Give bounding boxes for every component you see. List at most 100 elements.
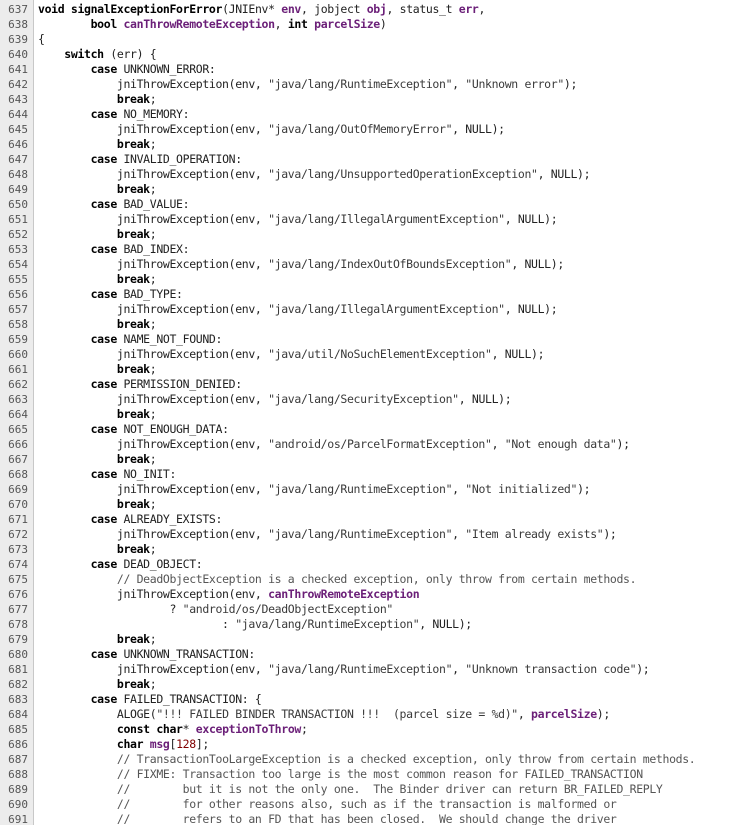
code-text: jniThrowException(env, "android/os/Parce… bbox=[38, 437, 630, 452]
code-token: break bbox=[116, 317, 150, 331]
line-number: 668 bbox=[8, 468, 28, 481]
code-token: "Unknown error" bbox=[465, 77, 564, 91]
code-token: env bbox=[281, 2, 301, 16]
line-number: 669 bbox=[8, 483, 28, 496]
code-token: // for other reasons also, such as if th… bbox=[116, 797, 617, 811]
code-line: 645 jniThrowException(env, "java/lang/Ou… bbox=[0, 122, 736, 137]
code-token: , bbox=[452, 77, 466, 91]
code-line: 664 break; bbox=[0, 407, 736, 422]
code-line: 680 case UNKNOWN_TRANSACTION: bbox=[0, 647, 736, 662]
code-token: break bbox=[116, 227, 150, 241]
line-number: 686 bbox=[8, 738, 28, 751]
code-line: 649 break; bbox=[0, 182, 736, 197]
line-number: 650 bbox=[8, 198, 28, 211]
code-token: case bbox=[90, 377, 118, 391]
line-number: 677 bbox=[8, 603, 28, 616]
code-token: case bbox=[90, 557, 118, 571]
code-text: : "java/lang/RuntimeException", NULL); bbox=[38, 617, 472, 632]
code-token: ); bbox=[636, 662, 650, 676]
code-line: 675 // DeadObjectException is a checked … bbox=[0, 572, 736, 587]
code-token: break bbox=[116, 137, 150, 151]
code-token: signalExceptionForError bbox=[70, 2, 223, 16]
code-token: UNKNOWN_TRANSACTION: bbox=[116, 647, 255, 661]
code-text: case BAD_TYPE: bbox=[38, 287, 183, 302]
code-token: break bbox=[116, 362, 150, 376]
code-text: break; bbox=[38, 92, 157, 107]
line-number: 689 bbox=[8, 783, 28, 796]
code-token: INVALID_OPERATION: bbox=[116, 152, 242, 166]
code-token: ); bbox=[603, 527, 617, 541]
line-number: 666 bbox=[8, 438, 28, 451]
code-token: ; bbox=[149, 92, 157, 106]
code-line: 662 case PERMISSION_DENIED: bbox=[0, 377, 736, 392]
code-token: "java/lang/OutOfMemoryError" bbox=[268, 122, 453, 136]
code-token: jniThrowException(env, bbox=[38, 587, 269, 601]
line-number: 691 bbox=[8, 813, 28, 825]
code-text: jniThrowException(env, "java/lang/Illega… bbox=[38, 212, 558, 227]
code-text: case BAD_VALUE: bbox=[38, 197, 190, 212]
code-token: char bbox=[116, 737, 144, 751]
code-line: 656 case BAD_TYPE: bbox=[0, 287, 736, 302]
code-token: , bbox=[478, 2, 486, 16]
code-text: break; bbox=[38, 452, 157, 467]
code-line: 637 void signalExceptionForError(JNIEnv* … bbox=[0, 2, 736, 17]
code-line: 689 // but it is not the only one. The B… bbox=[0, 782, 736, 797]
code-token: // TransactionTooLargeException is a che… bbox=[116, 752, 696, 766]
code-token: "java/lang/RuntimeException" bbox=[268, 482, 453, 496]
code-line: 650 case BAD_VALUE: bbox=[0, 197, 736, 212]
code-token: case bbox=[90, 467, 118, 481]
code-token: ; bbox=[149, 452, 157, 466]
line-number: 638 bbox=[8, 18, 28, 31]
code-token: ); bbox=[596, 707, 611, 721]
code-line: 685 const char* exceptionToThrow; bbox=[0, 722, 736, 737]
code-token: , bbox=[452, 662, 466, 676]
code-text: switch (err) { bbox=[38, 47, 156, 62]
code-viewer[interactable]: 637 void signalExceptionForError(JNIEnv* … bbox=[0, 0, 736, 825]
code-text: break; bbox=[38, 272, 157, 287]
code-text: case UNKNOWN_ERROR: bbox=[38, 62, 216, 77]
line-number: 673 bbox=[8, 543, 28, 556]
code-line: 639 { bbox=[0, 32, 736, 47]
line-number: 637 bbox=[8, 3, 28, 16]
code-line: 687 // TransactionTooLargeException is a… bbox=[0, 752, 736, 767]
code-text: case DEAD_OBJECT: bbox=[38, 557, 203, 572]
code-token: "java/lang/IllegalArgumentException" bbox=[268, 302, 505, 316]
code-text: const char* exceptionToThrow; bbox=[38, 722, 308, 737]
code-token: ALREADY_EXISTS: bbox=[116, 512, 223, 526]
code-text: break; bbox=[38, 137, 157, 152]
code-token: jniThrowException(env, bbox=[38, 392, 269, 406]
code-line: 655 break; bbox=[0, 272, 736, 287]
code-token: ; bbox=[149, 317, 157, 331]
line-number: 642 bbox=[8, 78, 28, 91]
code-token: int bbox=[287, 17, 308, 31]
code-token: break bbox=[116, 272, 150, 286]
line-number: 649 bbox=[8, 183, 28, 196]
line-number: 659 bbox=[8, 333, 28, 346]
code-token: canThrowRemoteException bbox=[268, 587, 420, 601]
code-text: break; bbox=[38, 632, 157, 647]
code-text: // for other reasons also, such as if th… bbox=[38, 797, 617, 812]
code-text: break; bbox=[38, 182, 157, 197]
code-token: NAME_NOT_FOUND: bbox=[116, 332, 223, 346]
code-token: ; bbox=[149, 182, 157, 196]
code-token: ; bbox=[149, 407, 157, 421]
code-token: NOT_ENOUGH_DATA: bbox=[116, 422, 229, 436]
code-token: , NULL); bbox=[491, 347, 545, 361]
line-number: 683 bbox=[8, 693, 28, 706]
code-token: case bbox=[90, 152, 118, 166]
code-token: ); bbox=[577, 482, 591, 496]
code-token: "java/lang/RuntimeException" bbox=[268, 662, 453, 676]
code-text: jniThrowException(env, "java/lang/Illega… bbox=[38, 302, 558, 317]
code-text: jniThrowException(env, "java/lang/Runtim… bbox=[38, 662, 650, 677]
code-token: "java/lang/IndexOutOfBoundsException" bbox=[268, 257, 512, 271]
code-token: break bbox=[116, 407, 150, 421]
